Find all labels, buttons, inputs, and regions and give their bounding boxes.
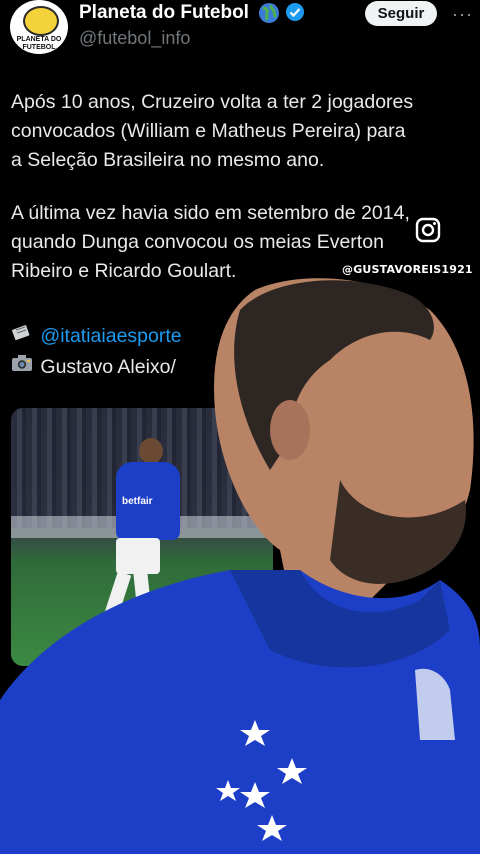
- avatar-logo-text: PLANETA DO FUTEBOL: [16, 36, 62, 51]
- globe-icon: [259, 3, 279, 23]
- tweet-paragraph: Após 10 anos, Cruzeiro volta a ter 2 jog…: [11, 91, 414, 171]
- avatar[interactable]: PLANETA DO FUTEBOL: [10, 0, 68, 54]
- watermark: @GUSTAVOREIS1921: [342, 263, 473, 276]
- tweet-header: PLANETA DO FUTEBOL Planeta do Futebol @f…: [0, 0, 480, 58]
- logo-ball: [23, 6, 59, 36]
- account-handle[interactable]: @futebol_info: [79, 28, 190, 49]
- more-icon[interactable]: ···: [452, 4, 473, 25]
- instagram-icon: [415, 217, 441, 243]
- account-name[interactable]: Planeta do Futebol: [79, 2, 249, 24]
- overlay-person: [0, 278, 480, 854]
- follow-button[interactable]: Seguir: [365, 1, 437, 26]
- verified-icon: [286, 3, 304, 21]
